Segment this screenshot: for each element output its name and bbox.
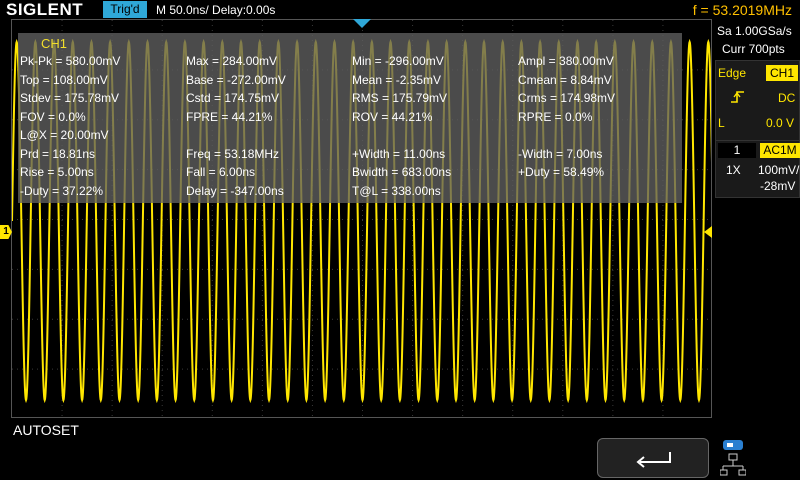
measurement-value: Mean = -2.35mV [352,72,442,87]
trigger-level-value: 0.0 V [766,116,795,130]
measurement-value: Top = 108.00mV [20,72,108,87]
measurement-value: L@X = 20.00mV [20,128,109,142]
measurement-value: Fall = 6.00ns [186,165,256,179]
measurement-value: T@L = 338.00ns [352,183,441,198]
measurement-value: Bwidth = 683.00ns [352,165,452,179]
measurement-value: -Width = 7.00ns [518,146,603,161]
measurement-value: Ampl = 380.00mV [518,54,614,68]
memory-depth: Curr 700pts [722,42,785,56]
measurement-channel-title: CH1 [41,36,68,51]
trigger-source-badge: CH1 [766,65,798,81]
measurement-value: RPRE = 0.0% [518,109,593,124]
channel-coupling-badge: AC1M [760,143,800,158]
measurement-value: RMS = 175.79mV [352,91,448,105]
measurement-value: +Width = 11.00ns [352,146,446,161]
measurement-value: Crms = 174.98mV [518,91,616,105]
bottom-menu-bar: AUTOSET [0,418,800,480]
trigger-type: Edge [718,66,747,80]
trigger-position-marker[interactable] [353,19,371,28]
back-arrow-icon [636,452,671,468]
measurement-value: Min = -296.00mV [352,54,444,68]
measurement-value: Cmean = 8.84mV [518,72,612,87]
measurement-value: Stdev = 175.78mV [20,91,120,105]
measurement-value: FOV = 0.0% [20,109,86,124]
measurement-value: -Duty = 37.22% [20,183,104,198]
trigger-level-marker[interactable] [704,226,712,238]
measurement-value: Prd = 18.81ns [20,146,96,161]
measurement-value: Delay = -347.00ns [186,183,284,198]
network-icon [720,440,746,476]
frequency-counter: f = 53.2019MHz [692,2,792,18]
measurement-value: Base = -272.00mV [186,72,286,87]
measurement-value: ROV = 44.21% [352,109,433,124]
rising-edge-icon [731,91,744,103]
probe-attenuation: 1X [726,163,741,177]
sample-rate: Sa 1.00GSa/s [717,24,792,38]
brand-logo: SIGLENT [6,0,84,19]
timebase-readout: M 50.0ns/ Delay:0.00s [156,3,276,17]
channel-number: 1 [718,143,756,158]
measurement-value: +Duty = 58.49% [518,165,605,179]
menu-title: AUTOSET [13,422,79,438]
measurement-value: Cstd = 174.75mV [186,91,280,105]
measurement-value: Max = 284.00mV [186,54,278,68]
channel-settings-box[interactable]: 1 AC1M 1X 100mV/ -28mV [715,140,800,198]
measurement-value: Freq = 53.18MHz [186,146,280,161]
trigger-coupling: DC [778,91,796,105]
trigger-settings-box[interactable]: Edge CH1 DC L 0.0 V [715,60,800,152]
measurement-value: FPRE = 44.21% [186,109,273,124]
trigger-level-label: L [718,116,725,130]
trigger-status-badge: Trig'd [103,1,147,18]
right-info-panel: Sa 1.00GSa/s Curr 700pts Edge CH1 DC L 0… [712,20,800,418]
measurement-panel: CH1 Pk-Pk = 580.00mV Max = 284.00mV Min = … [18,33,682,203]
vertical-scale: 100mV/ [758,163,800,177]
top-status-bar: SIGLENT Trig'd M 50.0ns/ Delay:0.00s f =… [0,0,800,20]
back-button[interactable] [597,438,709,478]
measurement-value: Rise = 5.00ns [20,165,94,179]
measurement-value: Pk-Pk = 580.00mV [20,54,121,68]
vertical-offset: -28mV [760,179,796,193]
